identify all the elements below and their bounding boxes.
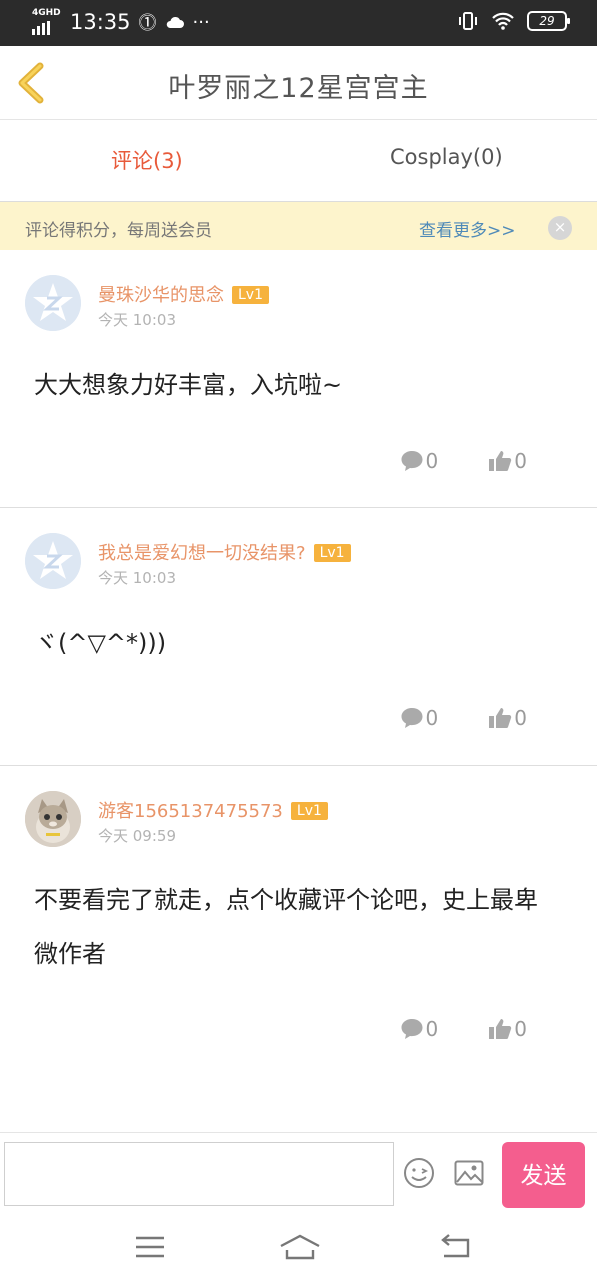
like-button[interactable]: 0 bbox=[488, 1017, 527, 1041]
thumbs-up-icon bbox=[489, 708, 512, 728]
signal-indicator: 4GHD bbox=[32, 8, 61, 35]
level-badge: Lv1 bbox=[313, 544, 351, 562]
send-button[interactable]: 发送 bbox=[502, 1142, 585, 1208]
status-left: 4GHD 13:35 ⓵ ··· bbox=[32, 9, 210, 35]
comment-time: 今天 10:03 bbox=[98, 311, 176, 329]
clock-time: 13:35 bbox=[70, 10, 131, 34]
like-button[interactable]: 0 bbox=[488, 449, 527, 473]
username[interactable]: 游客1565137475573 Lv1 bbox=[98, 797, 328, 823]
system-navigation-bar bbox=[0, 1214, 597, 1280]
comment-time: 今天 10:03 bbox=[98, 569, 176, 587]
close-icon[interactable]: × bbox=[548, 216, 572, 240]
comment-item: 曼珠沙华的思念 Lv1 今天 10:03 大大想象力好丰富，入坑啦~ 0 0 bbox=[0, 250, 597, 508]
notice-banner: 评论得积分，每周送会员 查看更多>> × bbox=[0, 202, 597, 250]
username[interactable]: 曼珠沙华的思念 Lv1 bbox=[98, 281, 269, 307]
tab-cosplay[interactable]: Cosplay(0) bbox=[390, 145, 503, 169]
reply-count: 0 bbox=[425, 706, 439, 730]
page-title: 叶罗丽之12星宫宫主 bbox=[168, 73, 429, 104]
notice-text: 评论得积分，每周送会员 bbox=[25, 221, 212, 241]
comment-bubble-icon bbox=[401, 708, 423, 728]
like-count: 0 bbox=[514, 449, 527, 473]
comment-time: 今天 09:59 bbox=[98, 827, 176, 845]
tab-comments[interactable]: 评论(3) bbox=[111, 145, 183, 175]
vibrate-icon bbox=[459, 12, 477, 30]
level-badge: Lv1 bbox=[232, 286, 269, 304]
signal-bars-icon bbox=[32, 21, 50, 35]
avatar[interactable] bbox=[25, 791, 81, 847]
comment-bubble-icon bbox=[401, 1019, 423, 1039]
more-icon: ··· bbox=[192, 11, 210, 33]
comment-actions: 0 0 bbox=[400, 706, 527, 730]
status-right: 29 bbox=[457, 11, 570, 31]
default-avatar-icon bbox=[25, 275, 81, 331]
cloud-icon bbox=[166, 16, 184, 28]
image-icon[interactable] bbox=[454, 1160, 484, 1186]
reply-count: 0 bbox=[425, 449, 439, 473]
level-badge: Lv1 bbox=[290, 802, 328, 820]
reply-button[interactable]: 0 bbox=[400, 706, 439, 730]
comment-text: 大大想象力好丰富，入坑啦~ bbox=[34, 371, 343, 399]
back-nav-icon[interactable] bbox=[436, 1232, 476, 1262]
comment-actions: 0 0 bbox=[400, 1017, 527, 1041]
username-text: 游客1565137475573 bbox=[98, 801, 283, 822]
emoji-icon[interactable] bbox=[403, 1157, 435, 1189]
comment-text: 不要看完了就走，点个收藏评个论吧，史上最卑微作者 bbox=[34, 886, 538, 968]
home-icon[interactable] bbox=[278, 1232, 322, 1262]
cat-photo-avatar bbox=[25, 791, 81, 847]
status-bar: 4GHD 13:35 ⓵ ··· 29 bbox=[0, 0, 597, 46]
reply-button[interactable]: 0 bbox=[400, 449, 439, 473]
data-saver-icon: ⓵ bbox=[138, 13, 157, 34]
username-text: 曼珠沙华的思念 bbox=[98, 285, 224, 306]
comment-actions: 0 0 bbox=[400, 449, 527, 473]
network-type: 4GHD bbox=[32, 8, 61, 18]
menu-icon[interactable] bbox=[130, 1232, 170, 1262]
header-bar: 叶罗丽之12星宫宫主 bbox=[0, 46, 597, 120]
reply-button[interactable]: 0 bbox=[400, 1017, 439, 1041]
comment-item: 游客1565137475573 Lv1 今天 09:59 不要看完了就走，点个收藏… bbox=[0, 766, 597, 1086]
comment-text: ヾ(^▽^*))) bbox=[34, 629, 167, 657]
reply-count: 0 bbox=[425, 1017, 439, 1041]
see-more-link[interactable]: 查看更多>> bbox=[419, 216, 516, 241]
comment-bubble-icon bbox=[401, 451, 423, 471]
thumbs-up-icon bbox=[489, 451, 512, 471]
comment-item: 我总是爱幻想一切没结果? Lv1 今天 10:03 ヾ(^▽^*))) 0 0 bbox=[0, 508, 597, 766]
tab-bar: 评论(3) Cosplay(0) bbox=[0, 120, 597, 202]
comment-input-bar: 发送 bbox=[0, 1132, 597, 1214]
battery-indicator: 29 bbox=[527, 11, 570, 31]
wifi-icon bbox=[492, 12, 514, 30]
comment-input[interactable] bbox=[4, 1142, 394, 1206]
username[interactable]: 我总是爱幻想一切没结果? Lv1 bbox=[98, 539, 351, 565]
like-count: 0 bbox=[514, 706, 527, 730]
avatar[interactable] bbox=[25, 533, 81, 589]
like-button[interactable]: 0 bbox=[488, 706, 527, 730]
default-avatar-icon bbox=[25, 533, 81, 589]
avatar[interactable] bbox=[25, 275, 81, 331]
like-count: 0 bbox=[514, 1017, 527, 1041]
thumbs-up-icon bbox=[489, 1019, 512, 1039]
username-text: 我总是爱幻想一切没结果? bbox=[98, 543, 306, 564]
